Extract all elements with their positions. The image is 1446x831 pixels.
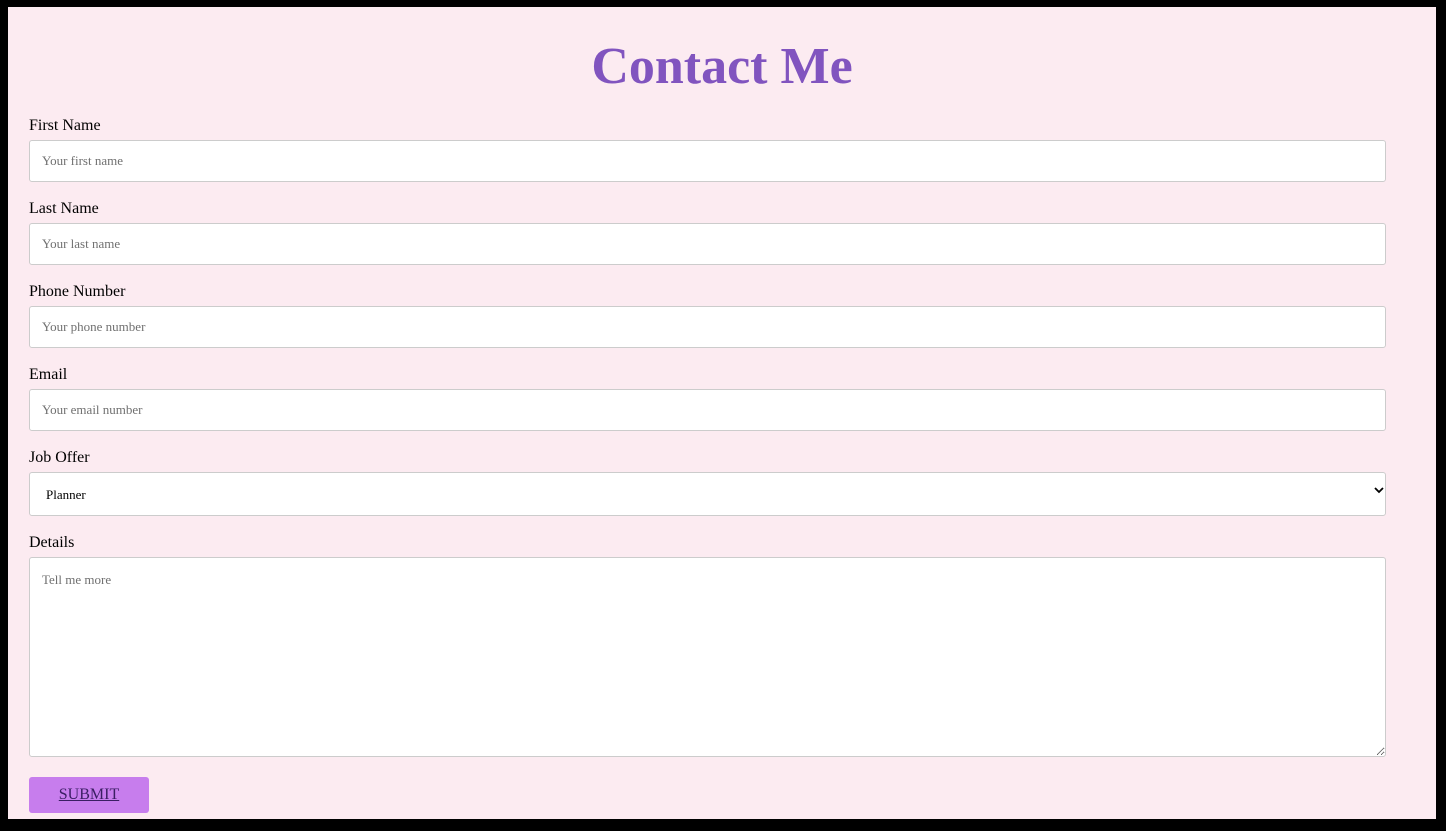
phone-number-label: Phone Number	[29, 283, 126, 300]
first-name-label: First Name	[29, 117, 101, 134]
details-label: Details	[29, 534, 75, 551]
email-input[interactable]	[29, 389, 1386, 431]
first-name-input[interactable]	[29, 140, 1386, 182]
last-name-input[interactable]	[29, 223, 1386, 265]
page-title: Contact Me	[591, 38, 853, 95]
job-offer-label: Job Offer	[29, 449, 90, 466]
email-label: Email	[29, 366, 68, 383]
phone-number-input[interactable]	[29, 306, 1386, 348]
job-offer-select[interactable]: Planner	[29, 472, 1386, 516]
details-textarea[interactable]	[29, 557, 1386, 757]
last-name-label: Last Name	[29, 200, 99, 217]
contact-form-page: Contact Me First Name Last Name Phone Nu…	[8, 7, 1436, 819]
submit-button[interactable]: SUBMIT	[29, 777, 149, 813]
